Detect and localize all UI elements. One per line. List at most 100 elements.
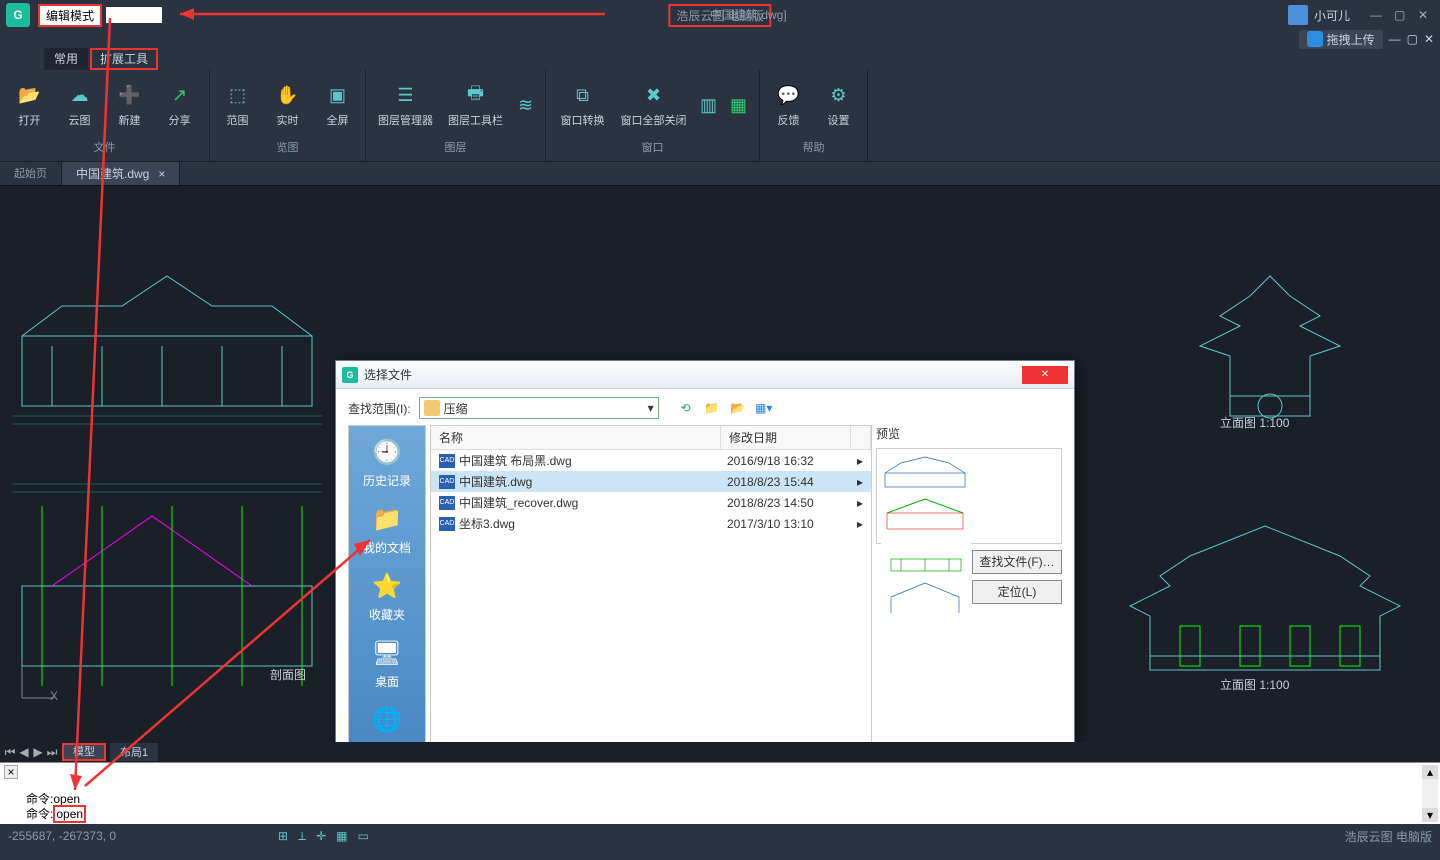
window-switch-icon: ⧉ bbox=[571, 84, 595, 108]
ribbon-group-file: 文件 bbox=[94, 137, 116, 157]
dialog-title-bar[interactable]: G 选择文件 ✕ bbox=[336, 361, 1074, 389]
tab-model[interactable]: 模型 bbox=[62, 743, 106, 761]
window-btn-b[interactable]: ▦ bbox=[725, 74, 753, 137]
dwg-file-icon: CAD bbox=[439, 454, 455, 468]
share-button[interactable]: ↗分享 bbox=[156, 74, 204, 137]
dialog-close-button[interactable]: ✕ bbox=[1022, 366, 1068, 384]
file-list[interactable]: CAD中国建筑 布局黑.dwg2016/9/18 16:32▸CAD中国建筑.d… bbox=[431, 450, 871, 742]
command-line-area[interactable]: × 命令:open 命令:open ▴▾ bbox=[0, 762, 1440, 824]
dwg-file-icon: CAD bbox=[439, 496, 455, 510]
edit-mode-indicator[interactable]: 编辑模式 bbox=[38, 4, 102, 27]
gear-icon: ⚙ bbox=[827, 84, 851, 108]
close-icon[interactable]: ✕ bbox=[1418, 8, 1434, 22]
preview-box bbox=[876, 448, 1062, 544]
snap-icon[interactable]: ⊞ bbox=[278, 829, 288, 844]
tab-extended-tools[interactable]: 扩展工具 bbox=[90, 48, 158, 70]
dialog-logo-icon: G bbox=[342, 367, 358, 383]
sidebar-item-desktop[interactable]: 🖥桌面 bbox=[371, 637, 403, 690]
feedback-button[interactable]: 💬反馈 bbox=[765, 74, 813, 137]
ribbon-group-view: 览图 bbox=[277, 137, 299, 157]
layer-toolbar-button[interactable]: 🖶图层工具栏 bbox=[442, 74, 510, 137]
user-area[interactable]: 小可儿 bbox=[1288, 5, 1350, 25]
view-mode-icon[interactable]: ▦▾ bbox=[755, 399, 773, 417]
upload-drop-area[interactable]: 拖拽上传 bbox=[1299, 30, 1383, 49]
cad-drawing-4 bbox=[1110, 496, 1420, 696]
cad-drawing-1 bbox=[2, 246, 332, 446]
new-file-icon: ➕ bbox=[118, 84, 142, 108]
sidebar-item-docs[interactable]: 📁我的文档 bbox=[363, 503, 411, 556]
user-name: 小可儿 bbox=[1314, 7, 1350, 24]
extent-icon: ⬚ bbox=[226, 84, 250, 108]
cloud-button[interactable]: ☁云图 bbox=[56, 74, 104, 137]
tab-start-page[interactable]: 起始页 bbox=[0, 162, 62, 185]
lookin-combo[interactable]: 压缩 ▾ bbox=[419, 397, 659, 419]
tab-close-icon[interactable]: × bbox=[158, 167, 165, 181]
drawing-canvas[interactable]: 剖面图 立面图 1:100 立面图 1:100 YX G 选择文件 ✕ 查找范围… bbox=[0, 186, 1440, 742]
file-row[interactable]: CAD中国建筑_recover.dwg2018/8/23 14:50▸ bbox=[431, 492, 871, 513]
file-row[interactable]: CAD中国建筑.dwg2018/8/23 15:44▸ bbox=[431, 471, 871, 492]
layer-manager-button[interactable]: ☰图层管理器 bbox=[372, 74, 440, 137]
layer-stack-icon: ≋ bbox=[514, 94, 538, 118]
lwt-icon[interactable]: ▭ bbox=[357, 829, 368, 844]
network-icon: 🌐 bbox=[371, 704, 403, 736]
sidebar-item-network[interactable]: 🌐网络 bbox=[371, 704, 403, 742]
window-btn-a[interactable]: ▥ bbox=[695, 74, 723, 137]
close-all-button[interactable]: ✖窗口全部关闭 bbox=[615, 74, 693, 137]
ucs-icon: YX bbox=[18, 662, 58, 702]
folder-open-icon: 📂 bbox=[18, 84, 42, 108]
command-close-icon[interactable]: × bbox=[4, 765, 18, 779]
minimize-icon[interactable]: — bbox=[1370, 8, 1386, 22]
dwg-file-icon: CAD bbox=[439, 475, 455, 489]
layer-tool-icon: 🖶 bbox=[464, 84, 488, 108]
tab-nav-buttons[interactable]: ⏮◀▶⏭ bbox=[4, 745, 58, 760]
file-row[interactable]: CAD坐标3.dwg2017/3/10 13:10▸ bbox=[431, 513, 871, 534]
doc-window-buttons[interactable]: —▢✕ bbox=[1389, 32, 1434, 46]
switch-window-button[interactable]: ⧉窗口转换 bbox=[553, 74, 613, 137]
ribbon-group-window: 窗口 bbox=[642, 137, 664, 157]
polar-icon[interactable]: ✛ bbox=[316, 829, 326, 844]
tab-file-1[interactable]: 中国建筑.dwg × bbox=[62, 162, 180, 185]
hand-icon: ✋ bbox=[276, 84, 300, 108]
mode-dropdown[interactable] bbox=[106, 7, 162, 23]
menu-bar: 常用 扩展工具 bbox=[0, 48, 1440, 70]
documents-icon: 📁 bbox=[371, 503, 403, 535]
history-icon: 🕘 bbox=[371, 436, 403, 468]
feedback-icon: 💬 bbox=[777, 84, 801, 108]
folder-icon bbox=[424, 400, 440, 416]
places-sidebar: 🕘历史记录 📁我的文档 ⭐收藏夹 🖥桌面 🌐网络 bbox=[348, 425, 426, 742]
new-folder-icon[interactable]: 📂 bbox=[729, 399, 747, 417]
dialog-title: 选择文件 bbox=[364, 366, 1022, 383]
ribbon: 📂打开 ☁云图 ➕新建 ↗分享 文件 ⬚范围 ✋实时 ▣全屏 览图 ☰图层管理器… bbox=[0, 70, 1440, 162]
locate-button[interactable]: 定位(L) bbox=[972, 580, 1062, 604]
model-layout-tabbar: ⏮◀▶⏭ 模型 布局1 bbox=[0, 742, 1440, 762]
lookin-label: 查找范围(I): bbox=[348, 400, 411, 417]
svg-text:Y: Y bbox=[18, 662, 26, 667]
maximize-icon[interactable]: ▢ bbox=[1394, 8, 1410, 22]
new-button[interactable]: ➕新建 bbox=[106, 74, 154, 137]
command-scrollbar[interactable]: ▴▾ bbox=[1422, 765, 1438, 822]
open-button[interactable]: 📂打开 bbox=[6, 74, 54, 137]
fullscreen-button[interactable]: ▣全屏 bbox=[314, 74, 362, 137]
sidebar-item-history[interactable]: 🕘历史记录 bbox=[363, 436, 411, 489]
layer-more-button[interactable]: ≋ bbox=[512, 74, 540, 137]
up-folder-icon[interactable]: 📁 bbox=[703, 399, 721, 417]
status-product: 浩辰云图 电脑版 bbox=[1345, 828, 1432, 845]
fullscreen-icon: ▣ bbox=[326, 84, 350, 108]
sidebar-item-favorites[interactable]: ⭐收藏夹 bbox=[369, 570, 405, 623]
tab-layout1[interactable]: 布局1 bbox=[110, 743, 158, 761]
cad-drawing-3 bbox=[1130, 246, 1410, 446]
preview-thumbnail bbox=[881, 537, 971, 577]
find-file-button[interactable]: 查找文件(F)… bbox=[972, 550, 1062, 574]
chevron-down-icon: ▾ bbox=[648, 401, 654, 415]
preview-label: 预览 bbox=[876, 425, 1062, 442]
file-list-header[interactable]: 名称 修改日期 bbox=[431, 426, 871, 450]
tab-common[interactable]: 常用 bbox=[44, 48, 88, 70]
zoom-extent-button[interactable]: ⬚范围 bbox=[214, 74, 262, 137]
osnap-icon[interactable]: ▦ bbox=[336, 829, 347, 844]
settings-button[interactable]: ⚙设置 bbox=[815, 74, 863, 137]
pan-button[interactable]: ✋实时 bbox=[264, 74, 312, 137]
ortho-icon[interactable]: ⟂ bbox=[298, 829, 306, 844]
desktop-icon: 🖥 bbox=[371, 637, 403, 669]
back-icon[interactable]: ⟲ bbox=[677, 399, 695, 417]
file-row[interactable]: CAD中国建筑 布局黑.dwg2016/9/18 16:32▸ bbox=[431, 450, 871, 471]
